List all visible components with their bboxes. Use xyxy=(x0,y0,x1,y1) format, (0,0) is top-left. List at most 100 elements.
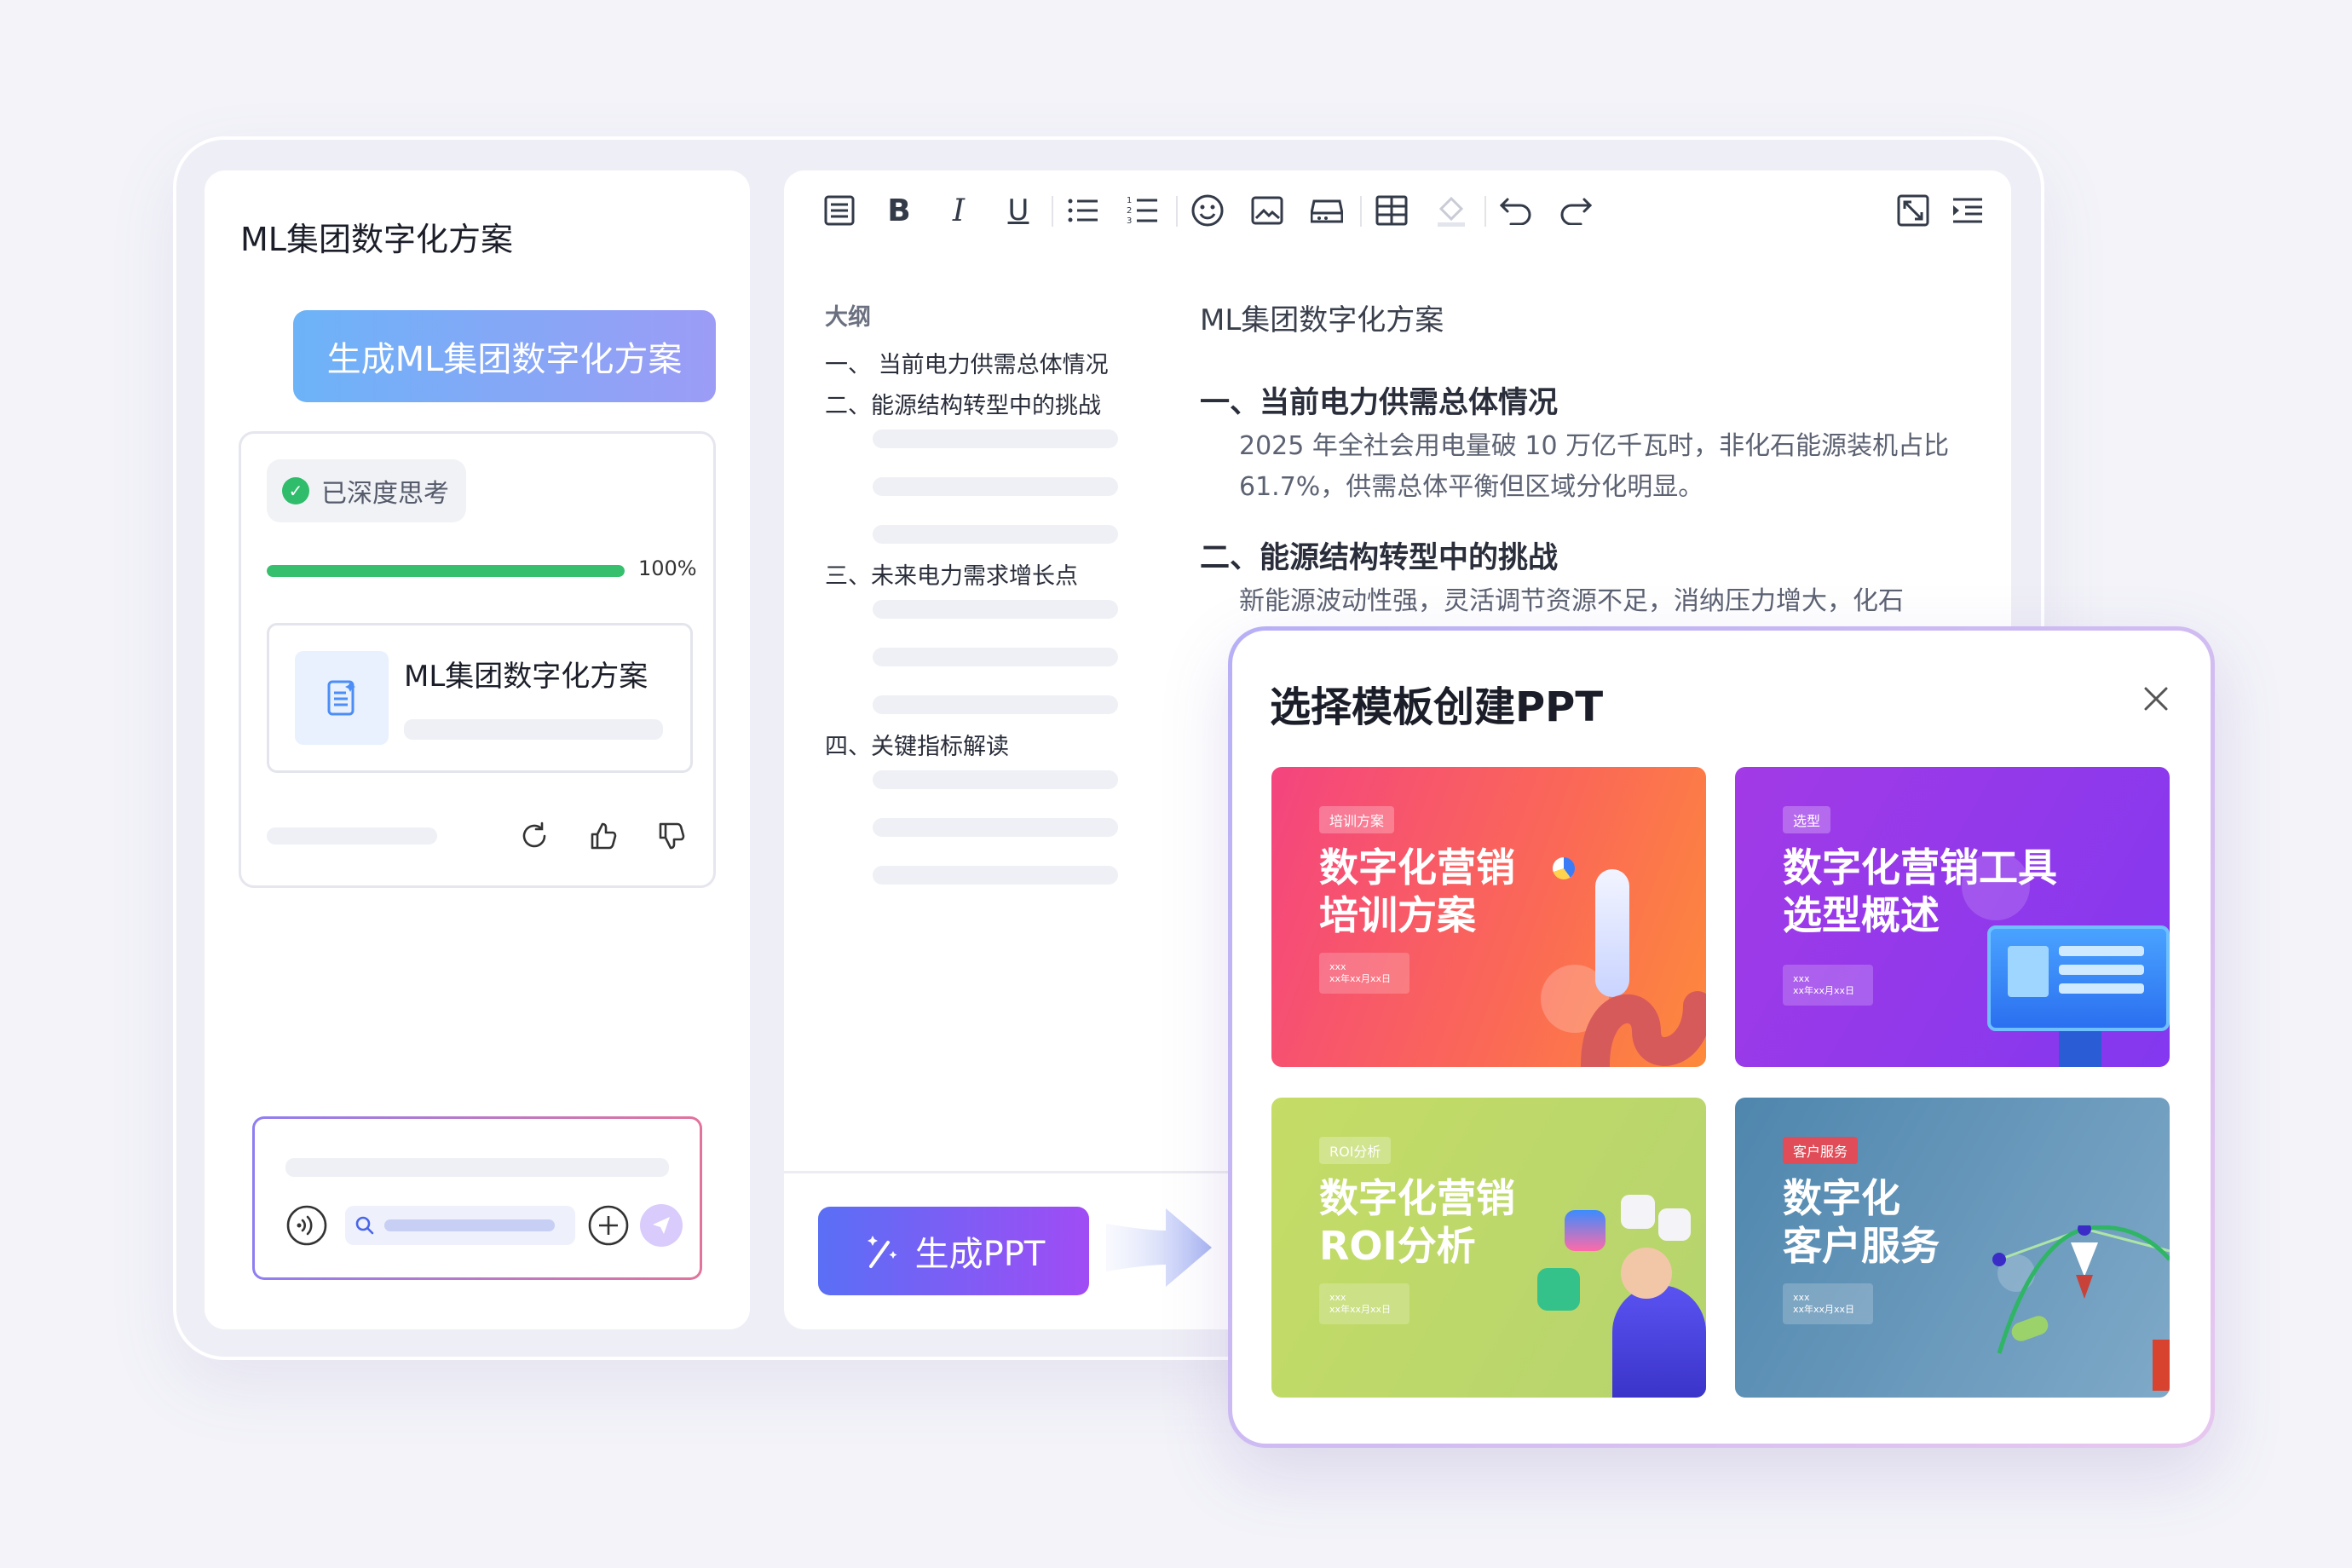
outline-placeholder xyxy=(873,477,1118,496)
deep-thinking-label: 已深度思考 xyxy=(321,479,449,509)
outline-placeholder xyxy=(873,818,1118,837)
input-text-placeholder xyxy=(285,1158,669,1177)
document-subtitle-placeholder xyxy=(404,719,663,740)
section-heading: 二、能源结构转型中的挑战 xyxy=(1200,541,1559,575)
pie-chart-illustration-icon xyxy=(1553,857,1575,879)
thumbs-down-icon[interactable] xyxy=(654,819,688,853)
deep-thinking-chip[interactable]: ✓ 已深度思考 xyxy=(267,459,466,522)
template-modal: 选择模板创建PPT 培训方案 数字化营销 培训方案 xxx xx年xx月xx日 选型… xyxy=(1228,626,2215,1448)
arrow-right-icon xyxy=(1106,1208,1212,1287)
progress-fill xyxy=(267,565,625,577)
response-card: ✓ 已深度思考 100% ML集团数字化方案 xyxy=(239,431,716,888)
template-card[interactable]: ROI分析 数字化营销 ROI分析 xxx xx年xx月xx日 xyxy=(1271,1098,1706,1398)
template-card[interactable]: 客户服务 数字化 客户服务 xxx xx年xx月xx日 xyxy=(1735,1098,2170,1398)
template-card[interactable]: 培训方案 数字化营销 培训方案 xxx xx年xx月xx日 xyxy=(1271,767,1706,1067)
fill-color-icon[interactable] xyxy=(1432,191,1471,230)
template-meta: xxx xx年xx月xx日 xyxy=(1319,953,1409,994)
indent-icon[interactable] xyxy=(1948,191,1987,230)
monitor-illustration-icon xyxy=(1987,925,2170,1031)
generate-plan-button[interactable]: 生成ML集团数字化方案 xyxy=(293,310,716,402)
template-title: 数字化营销 培训方案 xyxy=(1319,845,1515,938)
generate-ppt-button[interactable]: 生成PPT xyxy=(818,1207,1089,1295)
outline-placeholder xyxy=(873,525,1118,544)
check-circle-icon: ✓ xyxy=(282,477,309,504)
outline-placeholder xyxy=(873,648,1118,666)
vr-person-illustration xyxy=(1612,1285,1706,1398)
outline-placeholder xyxy=(873,429,1118,448)
document-card[interactable]: ML集团数字化方案 xyxy=(267,623,693,773)
section-body: 新能源波动性强，灵活调节资源不足，消纳压力增大，化石 xyxy=(1239,586,1904,616)
bold-icon[interactable]: B xyxy=(879,191,919,230)
svg-text:2: 2 xyxy=(1127,206,1132,216)
pipe-illustration-icon xyxy=(1581,991,1706,1067)
outline-heading: 大纲 xyxy=(825,304,871,331)
refresh-icon[interactable] xyxy=(517,819,551,853)
magic-wand-icon xyxy=(867,1236,897,1268)
document-title: ML集团数字化方案 xyxy=(404,660,649,694)
outline-placeholder xyxy=(873,770,1118,789)
outline-placeholder xyxy=(873,866,1118,885)
chat-input-box[interactable] xyxy=(252,1116,702,1280)
outline-item[interactable]: 一、 当前电力供需总体情况 xyxy=(825,346,1109,379)
template-meta: xxx xx年xx月xx日 xyxy=(1783,1283,1873,1324)
image-icon[interactable] xyxy=(1248,191,1287,230)
toolbar-separator xyxy=(1052,196,1053,227)
send-icon xyxy=(653,1217,670,1234)
numbered-list-icon[interactable]: 123 xyxy=(1123,191,1162,230)
progress-bar xyxy=(267,565,625,577)
editor-toolbar: B I U 123 xyxy=(784,170,2011,252)
storage-icon[interactable] xyxy=(1307,191,1346,230)
thumbs-up-icon[interactable] xyxy=(585,819,620,853)
fullscreen-icon[interactable] xyxy=(1894,191,1933,230)
template-tag: 培训方案 xyxy=(1319,806,1395,833)
outline-item[interactable]: 四、关键指标解读 xyxy=(825,728,1009,761)
search-pill[interactable] xyxy=(345,1206,575,1245)
outline-placeholder xyxy=(873,600,1118,619)
template-tag: ROI分析 xyxy=(1319,1137,1392,1164)
send-button[interactable] xyxy=(640,1204,683,1247)
search-icon xyxy=(355,1216,374,1235)
svg-text:3: 3 xyxy=(1127,216,1132,226)
document-title: ML集团数字化方案 xyxy=(1200,303,1444,337)
section-heading: 一、当前电力供需总体情况 xyxy=(1200,386,1559,420)
undo-icon[interactable] xyxy=(1496,191,1536,230)
toolbar-separator xyxy=(1484,196,1486,227)
italic-icon[interactable]: I xyxy=(939,191,978,230)
chat-panel: ML集团数字化方案 生成ML集团数字化方案 ✓ 已深度思考 100% ML集团数… xyxy=(205,170,750,1329)
template-meta: xxx xx年xx月xx日 xyxy=(1783,965,1873,1006)
emoji-icon[interactable] xyxy=(1188,191,1227,230)
template-tag: 客户服务 xyxy=(1783,1137,1859,1164)
section-body: 2025 年全社会用电量破 10 万亿千瓦时，非化石能源装机占比 61.7%，供… xyxy=(1239,431,1950,502)
close-icon[interactable] xyxy=(2139,682,2173,716)
chat-title: ML集团数字化方案 xyxy=(240,221,513,258)
toolbar-separator xyxy=(1360,196,1362,227)
redo-icon[interactable] xyxy=(1556,191,1595,230)
decorative-circle xyxy=(1962,852,2030,920)
generate-ppt-label: 生成PPT xyxy=(914,1235,1046,1274)
search-text-placeholder xyxy=(384,1219,555,1231)
outline-item[interactable]: 三、未来电力需求增长点 xyxy=(825,557,1078,591)
chat-app-illustration-icon xyxy=(1537,1268,1580,1311)
template-title: 数字化 客户服务 xyxy=(1783,1175,1940,1269)
svg-text:1: 1 xyxy=(1127,196,1132,205)
template-title: 数字化营销 ROI分析 xyxy=(1319,1175,1515,1269)
template-tag: 选型 xyxy=(1783,806,1831,833)
underline-icon[interactable]: U xyxy=(999,191,1038,230)
outline-toggle-icon[interactable] xyxy=(820,191,859,230)
voice-icon[interactable] xyxy=(285,1204,328,1247)
template-meta: xxx xx年xx月xx日 xyxy=(1319,1283,1409,1324)
gallery-app-illustration-icon xyxy=(1621,1195,1655,1229)
table-icon[interactable] xyxy=(1372,191,1411,230)
vr-head-illustration xyxy=(1621,1248,1672,1299)
bullet-list-icon[interactable] xyxy=(1064,191,1103,230)
add-icon[interactable] xyxy=(587,1204,630,1247)
bezier-curve-illustration xyxy=(1992,1225,2170,1354)
outline-item[interactable]: 二、能源结构转型中的挑战 xyxy=(825,387,1101,420)
outline-placeholder xyxy=(873,695,1118,714)
modal-title: 选择模板创建PPT xyxy=(1270,683,1604,731)
monitor-stand xyxy=(2059,1031,2101,1067)
document-icon xyxy=(295,651,389,745)
pencil-illustration xyxy=(2153,1340,2170,1391)
progress-percent: 100% xyxy=(638,556,697,580)
template-card[interactable]: 选型 数字化营销工具 选型概述 xxx xx年xx月xx日 xyxy=(1735,767,2170,1067)
